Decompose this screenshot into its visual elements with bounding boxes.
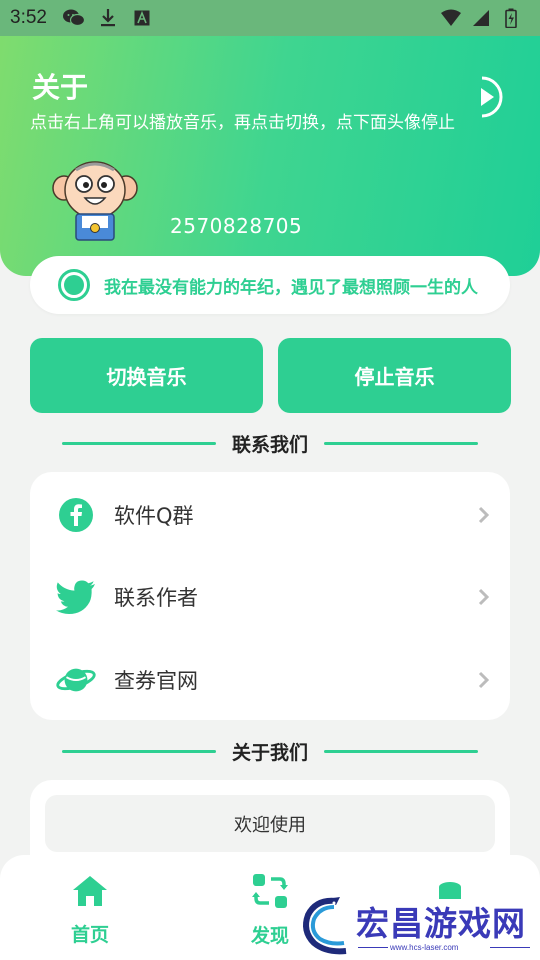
nav-label: 首页: [70, 924, 109, 946]
page-title: 关于: [32, 71, 89, 104]
watermark-line: [358, 947, 388, 948]
contact-section-header: 联系我们: [62, 428, 479, 458]
quote-text: 我在最没有能力的年纪，遇见了最想照顾一生的人: [104, 277, 478, 298]
divider-line: [324, 441, 479, 445]
divider-line: [324, 749, 479, 753]
font-icon: [131, 7, 153, 29]
list-item-label: 查券官网: [114, 669, 198, 693]
home-icon: [71, 873, 109, 908]
list-item-label: 联系作者: [114, 586, 198, 610]
battery-icon: [500, 7, 522, 29]
user-id: 2570828705: [170, 214, 303, 238]
chevron-right-icon: [478, 506, 490, 524]
watermark-title: 宏昌游戏网: [356, 904, 526, 943]
avatar[interactable]: [52, 158, 138, 242]
download-icon: [97, 7, 119, 29]
about-section-title: 关于我们: [232, 741, 309, 764]
radio-dot-icon: [58, 269, 90, 301]
list-item-contact-author[interactable]: 联系作者: [30, 562, 510, 632]
chevron-right-icon: [478, 671, 490, 689]
divider-line: [62, 749, 216, 753]
watermark-logo: 宏昌游戏网 www.hcs-laser.com: [296, 895, 536, 957]
list-item-label: 软件Q群: [114, 504, 194, 528]
wifi-icon: [440, 7, 462, 29]
signal-icon: [470, 7, 492, 29]
contact-card: 软件Q群 联系作者 查券官网: [30, 472, 510, 720]
list-item-qq-group[interactable]: 软件Q群: [30, 480, 510, 550]
nav-label: 发现: [250, 925, 289, 947]
stop-music-button[interactable]: 停止音乐: [278, 338, 511, 413]
wechat-icon: [62, 7, 85, 29]
list-item-official-site[interactable]: 查券官网: [30, 645, 510, 715]
status-bar: 3:52: [0, 0, 540, 36]
header-subtitle: 点击右上角可以播放音乐，再点击切换，点下面头像停止: [30, 113, 455, 133]
facebook-icon: [56, 495, 96, 535]
profile-header: 关于 点击右上角可以播放音乐，再点击切换，点下面头像停止 2570828705: [0, 36, 540, 276]
contact-section-title: 联系我们: [232, 433, 309, 456]
planet-icon: [56, 660, 96, 700]
discover-icon: [251, 873, 289, 909]
divider-line: [62, 441, 216, 445]
about-section-header: 关于我们: [62, 736, 479, 766]
status-time: 3:52: [10, 7, 47, 28]
play-circle-icon[interactable]: [470, 74, 504, 120]
switch-music-button[interactable]: 切换音乐: [30, 338, 263, 413]
quote-bar: 我在最没有能力的年纪，遇见了最想照顾一生的人: [30, 256, 510, 314]
nav-home[interactable]: 首页: [40, 873, 140, 947]
watermark-line: [490, 947, 530, 948]
watermark-url: www.hcs-laser.com: [390, 943, 459, 952]
twitter-icon: [56, 577, 96, 617]
welcome-box: 欢迎使用: [45, 795, 495, 852]
dragon-logo-icon: [303, 897, 347, 955]
chevron-right-icon: [478, 588, 490, 606]
